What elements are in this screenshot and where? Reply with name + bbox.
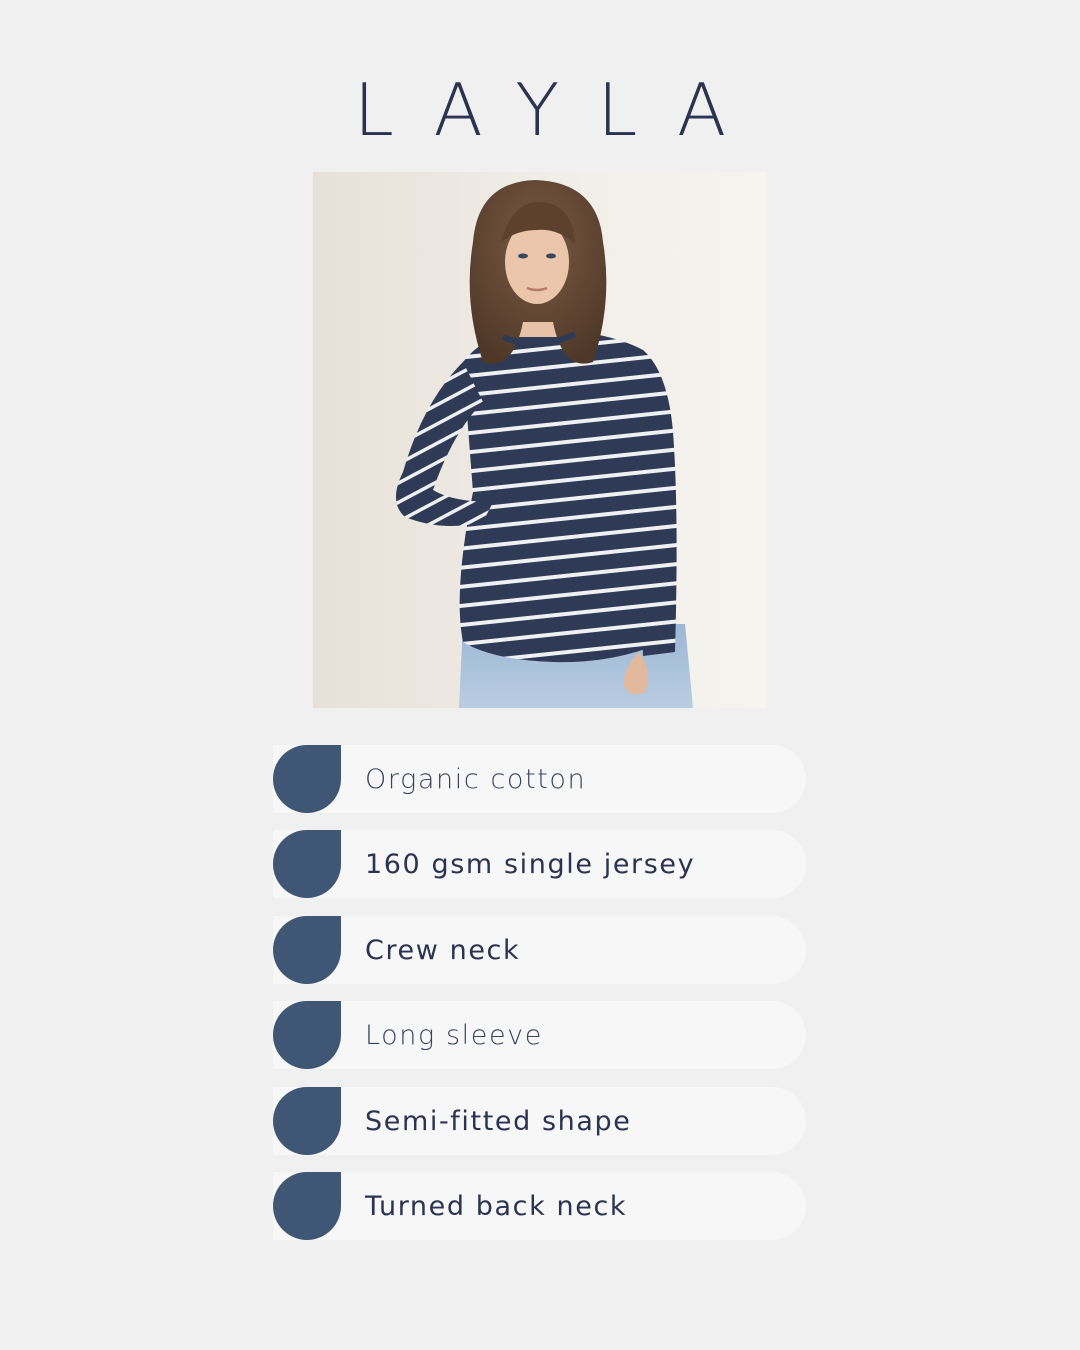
feature-item-gsm: 160 gsm single jersey (273, 830, 807, 899)
feature-item-turned-back-neck: Turned back neck (273, 1171, 807, 1240)
feature-label: 160 gsm single jersey (365, 849, 696, 881)
drop-icon (273, 1171, 341, 1240)
product-card: LAYLA Organic cotton 160 gsm single jers… (0, 0, 1080, 1350)
drop-icon (273, 1086, 341, 1155)
feature-item-crew-neck: Crew neck (273, 915, 807, 984)
feature-item-semi-fitted: Semi-fitted shape (273, 1086, 807, 1155)
feature-label: Long sleeve (365, 1020, 543, 1052)
feature-label: Semi-fitted shape (365, 1105, 632, 1137)
product-title: LAYLA (353, 68, 765, 152)
drop-icon (273, 830, 341, 899)
feature-pill (273, 915, 806, 984)
drop-icon (273, 745, 341, 813)
feature-item-long-sleeve: Long sleeve (273, 1001, 807, 1070)
feature-item-organic-cotton: Organic cotton (273, 745, 807, 813)
feature-label: Organic cotton (365, 764, 587, 795)
drop-icon (273, 915, 341, 984)
feature-list: Organic cotton 160 gsm single jersey Cre… (273, 745, 807, 1257)
drop-icon (273, 1001, 341, 1070)
product-photo (313, 172, 767, 708)
feature-label: Crew neck (365, 934, 521, 966)
feature-label: Turned back neck (365, 1190, 628, 1222)
